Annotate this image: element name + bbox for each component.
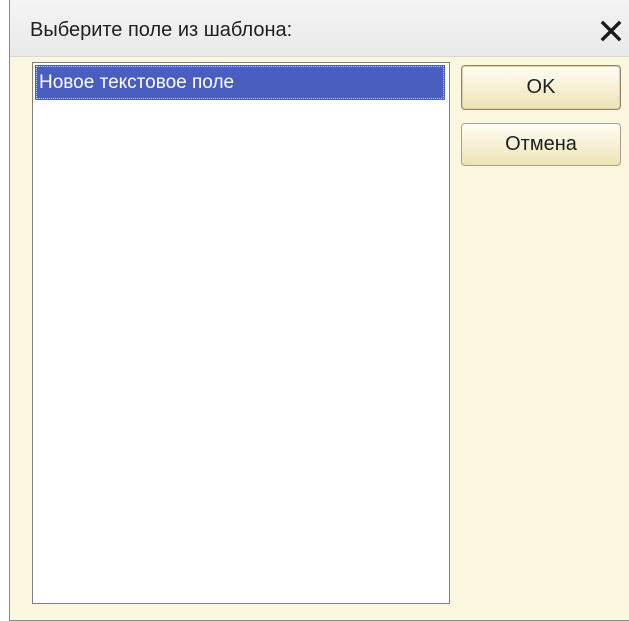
list-item-new-text-field[interactable]: Новое текстовое поле xyxy=(35,65,445,100)
cancel-button[interactable]: Отмена xyxy=(461,123,621,166)
dialog-title: Выберите поле из шаблона: xyxy=(30,19,293,41)
select-field-dialog: Выберите поле из шаблона: Новое текстово… xyxy=(9,0,629,621)
close-icon xyxy=(600,20,622,42)
dialog-titlebar: Выберите поле из шаблона: xyxy=(10,0,629,57)
template-fields-list[interactable]: Новое текстовое поле xyxy=(32,62,450,604)
close-button[interactable] xyxy=(598,18,624,44)
ok-button[interactable]: OK xyxy=(461,65,621,110)
